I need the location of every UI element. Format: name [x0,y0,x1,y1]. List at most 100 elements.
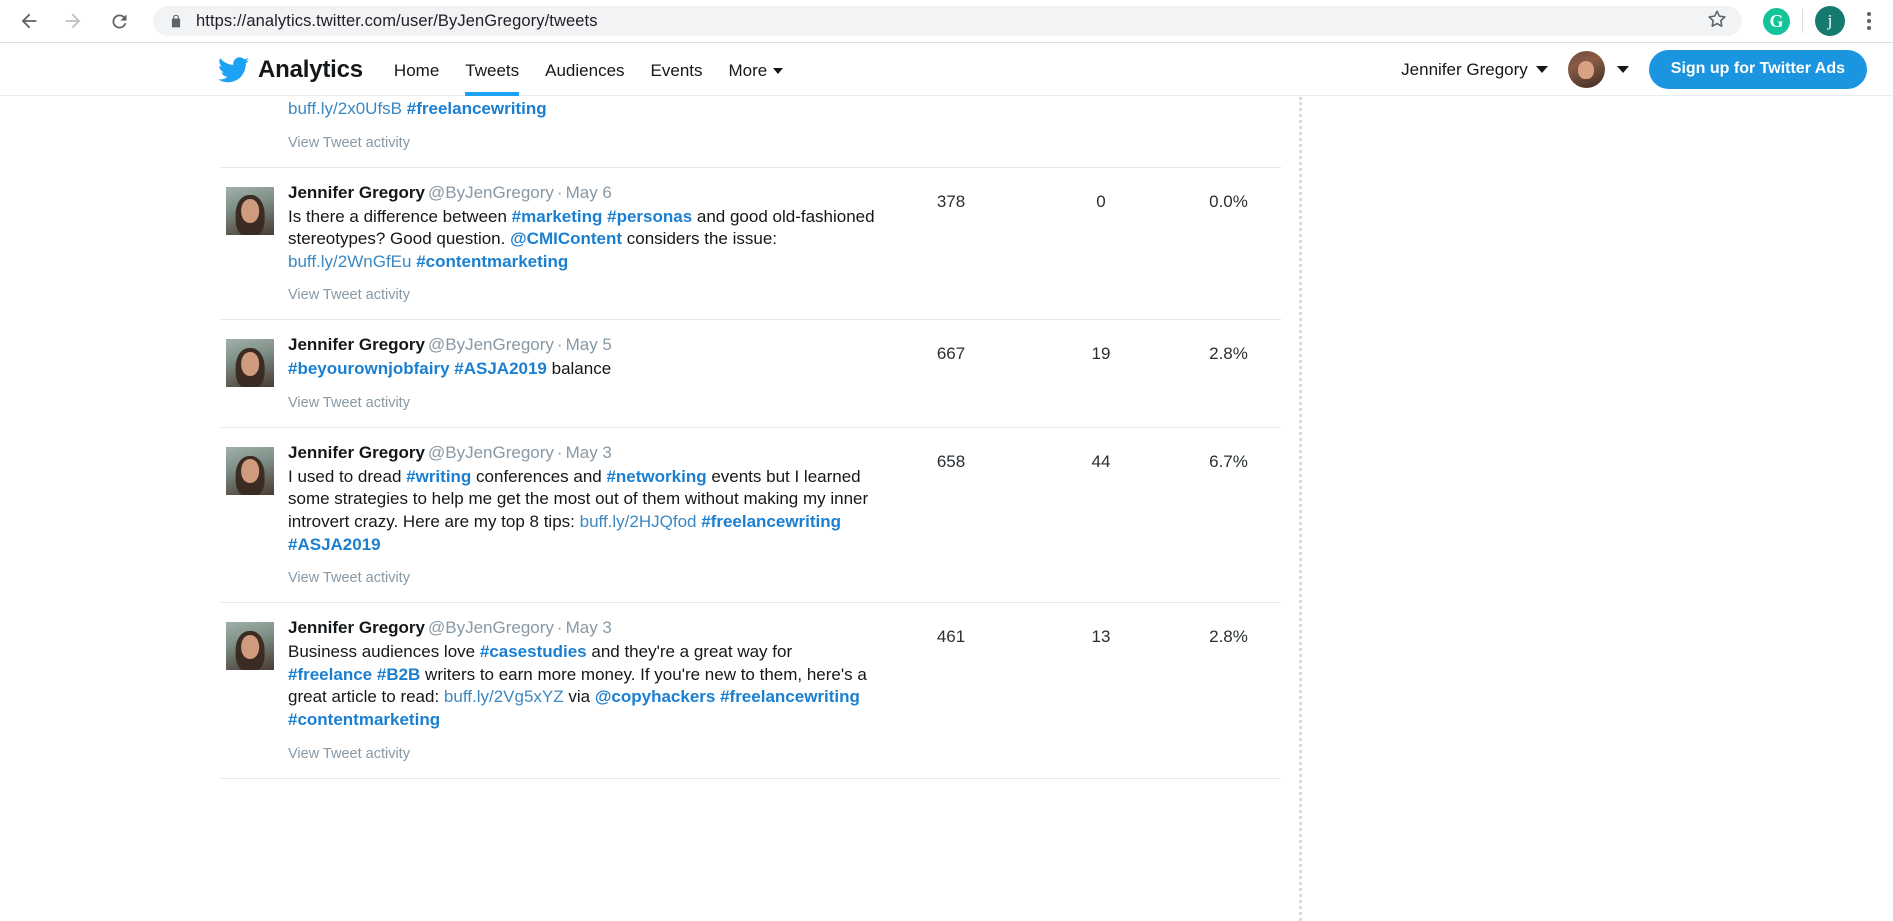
back-button[interactable] [9,1,49,41]
tweet-text: Is there a difference between #marketing… [288,206,876,274]
reload-icon [111,13,126,28]
nav-item-more[interactable]: More [729,44,784,96]
tweet-date[interactable]: May 5 [566,335,612,354]
tweet-header: Jennifer Gregory @ByJenGregory · May 3 [288,617,876,640]
hashtag-link[interactable]: @CMIContent [510,229,622,248]
avatar[interactable] [226,446,274,495]
hashtag-link[interactable]: #ASJA2019 [288,535,381,554]
tweet-body: Jennifer Gregory @ByJenGregory · May 5 #bey… [288,334,876,427]
brand-logo[interactable]: Analytics [218,56,363,84]
tweet-text-run: considers the issue: [622,229,778,249]
nav-item-tweets[interactable]: Tweets [465,44,519,96]
main-nav: Home Tweets Audiences Events More [394,44,809,96]
nav-item-events[interactable]: Events [651,44,703,96]
view-tweet-activity-link[interactable]: View Tweet activity [288,746,876,778]
separator: · [556,618,563,638]
account-chevron-down-icon[interactable] [1535,66,1548,73]
signup-twitter-ads-button[interactable]: Sign up for Twitter Ads [1648,50,1867,89]
tweet-header: Jennifer Gregory @ByJenGregory · May 5 [288,334,876,357]
engagement-rate-value [1176,97,1281,167]
separator: · [556,335,563,355]
tweet-url-link[interactable]: buff.ly/2WnGfEu [288,252,411,271]
view-tweet-activity-link[interactable]: View Tweet activity [288,287,876,319]
chrome-profile-avatar[interactable]: j [1815,6,1845,36]
tweet-date[interactable]: May 6 [566,183,612,202]
table-row: Jennifer Gregory @ByJenGregory · May 6 Is t… [221,168,1281,321]
impressions-value: 378 [936,191,966,211]
forward-button[interactable] [53,1,93,41]
tweet-author[interactable]: Jennifer Gregory [288,183,425,202]
tweet-text: Business audiences love #casestudies and… [288,641,876,731]
hashtag-link[interactable]: #networking [606,467,706,486]
hashtag-link[interactable]: #freelancewriting [720,687,860,706]
tweet-handle[interactable]: @ByJenGregory [428,183,554,202]
hashtag-link[interactable]: #freelancewriting [701,512,841,531]
tweet-text-run: via [563,687,595,707]
hashtag-link[interactable]: #casestudies [480,642,587,661]
tweet-cell: Jennifer Gregory @ByJenGregory · May 6 Is t… [221,182,876,320]
tweet-cell: buff.ly/2x0UfsB #freelancewriting View T… [221,97,876,167]
separator: · [556,182,563,202]
tweet-author[interactable]: Jennifer Gregory [288,618,425,637]
toolbar-divider [1802,9,1803,33]
tweet-author[interactable]: Jennifer Gregory [288,443,425,462]
hashtag-link[interactable]: #contentmarketing [416,252,568,271]
bookmark-star-icon[interactable] [1706,8,1728,35]
tweet-cell: Jennifer Gregory @ByJenGregory · May 3 Busi… [221,617,876,777]
hashtag-link[interactable]: #B2B [377,665,420,684]
tweet-body: buff.ly/2x0UfsB #freelancewriting View T… [288,97,876,167]
account-name[interactable]: Jennifer Gregory [1401,60,1528,80]
hashtag-link[interactable]: #marketing [512,207,603,226]
tweet-date[interactable]: May 3 [566,443,612,462]
hashtag-link[interactable]: @copyhackers [595,687,716,706]
hashtag-link[interactable]: #beyourownjobfairy [288,359,450,378]
tweet-text: I used to dread #writing conferences and… [288,466,876,556]
table-row: buff.ly/2x0UfsB #freelancewriting View T… [221,97,1281,168]
nav-item-home[interactable]: Home [394,44,439,96]
back-arrow-icon [21,13,37,29]
tweet-cell: Jennifer Gregory @ByJenGregory · May 5 #bey… [221,334,876,427]
avatar-chevron-down-icon[interactable] [1616,66,1629,73]
chevron-down-icon [773,67,784,74]
hashtag-link[interactable]: #contentmarketing [288,710,440,729]
tweet-url-link[interactable]: buff.ly/2x0UfsB [288,99,402,118]
tweet-cell: Jennifer Gregory @ByJenGregory · May 3 I us… [221,442,876,602]
tweet-handle[interactable]: @ByJenGregory [428,618,554,637]
view-tweet-activity-link[interactable]: View Tweet activity [288,395,876,427]
avatar[interactable] [226,186,274,235]
hashtag-link[interactable]: #freelancewriting [407,99,547,118]
hashtag-link[interactable]: #personas [607,207,692,226]
reload-button[interactable] [99,1,139,41]
tweet-body: Jennifer Gregory @ByJenGregory · May 3 I us… [288,442,876,602]
avatar[interactable] [226,339,274,388]
tweet-header: Jennifer Gregory @ByJenGregory · May 3 [288,442,876,465]
tweet-date[interactable]: May 3 [566,618,612,637]
address-bar[interactable]: https://analytics.twitter.com/user/ByJen… [153,6,1742,36]
impressions-value: 667 [936,344,966,364]
tweets-content: buff.ly/2x0UfsB #freelancewriting View T… [0,97,1893,921]
tweet-header: Jennifer Gregory @ByJenGregory · May 6 [288,182,876,205]
forward-arrow-icon [65,13,81,29]
hashtag-link[interactable]: #freelance [288,665,372,684]
tweet-text: #beyourownjobfairy #ASJA2019 balance [288,358,876,381]
engagement-rate-value: 2.8% [1209,344,1248,364]
url-text: https://analytics.twitter.com/user/ByJen… [196,11,598,30]
grammarly-extension-icon[interactable]: G [1763,7,1790,35]
engagements-value: 19 [1091,344,1111,364]
tweet-handle[interactable]: @ByJenGregory [428,335,554,354]
hashtag-link[interactable]: #ASJA2019 [454,359,547,378]
engagements-value: 0 [1096,191,1106,211]
tweet-url-link[interactable]: buff.ly/2HJQfod [580,512,697,531]
hashtag-link[interactable]: #writing [406,467,471,486]
engagements-value: 13 [1091,627,1111,647]
tweet-url-link[interactable]: buff.ly/2Vg5xYZ [444,687,564,706]
three-dot-menu-icon[interactable] [1851,3,1887,39]
tweet-author[interactable]: Jennifer Gregory [288,335,425,354]
tweet-handle[interactable]: @ByJenGregory [428,443,554,462]
avatar[interactable] [226,622,274,671]
avatar[interactable] [1567,51,1605,88]
view-tweet-activity-link[interactable]: View Tweet activity [288,570,876,602]
engagement-rate-value: 0.0% [1209,191,1248,211]
view-tweet-activity-link[interactable]: View Tweet activity [288,135,876,167]
nav-item-audiences[interactable]: Audiences [545,44,624,96]
